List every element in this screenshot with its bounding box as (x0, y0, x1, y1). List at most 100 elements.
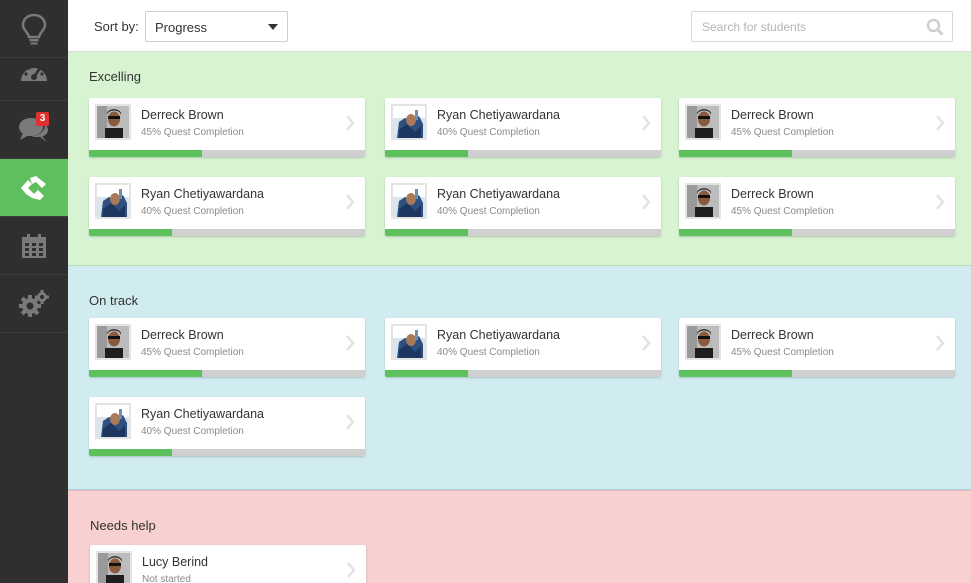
avatar (685, 183, 721, 219)
avatar (96, 551, 132, 583)
progress-fill (89, 150, 203, 157)
avatar (391, 324, 427, 360)
progress-fill (679, 150, 793, 157)
student-search (691, 11, 953, 42)
quest-completion: 45% Quest Completion (731, 127, 834, 138)
chevron-right-icon (346, 335, 355, 351)
quest-completion: 45% Quest Completion (731, 206, 834, 217)
progress-bar (679, 150, 955, 157)
quest-completion: 40% Quest Completion (141, 426, 244, 437)
chevron-right-icon (936, 115, 945, 131)
progress-bar (89, 449, 365, 456)
search-input[interactable] (692, 12, 922, 41)
section-title: Needs help (90, 518, 156, 533)
chevron-right-icon (346, 115, 355, 131)
avatar (95, 403, 131, 439)
student-name: Lucy Berind (142, 555, 209, 569)
search-icon[interactable] (926, 18, 944, 36)
quest-completion: 40% Quest Completion (437, 206, 540, 217)
sidebar-item-messages[interactable]: 3 (0, 101, 68, 159)
progress-bar (679, 370, 955, 377)
student-name: Ryan Chetiyawardana (141, 187, 264, 201)
chevron-right-icon (642, 115, 651, 131)
section-excelling: Excelling Derreck Brown 45% Quest Complet… (68, 52, 971, 266)
sort-dropdown-value: Progress (155, 20, 208, 35)
lightbulb-icon (21, 13, 47, 44)
toolbar: Sort by: Progress (68, 0, 971, 52)
avatar (95, 324, 131, 360)
chevron-right-icon (347, 562, 356, 578)
progress-fill (89, 229, 172, 236)
sort-dropdown[interactable]: Progress (145, 11, 288, 42)
avatar (391, 104, 427, 140)
student-card[interactable]: Ryan Chetiyawardana 40% Quest Completion (385, 98, 661, 157)
student-name: Ryan Chetiyawardana (437, 108, 560, 122)
student-card[interactable]: Ryan Chetiyawardana 40% Quest Completion (385, 177, 661, 236)
student-card[interactable]: Ryan Chetiyawardana 40% Quest Completion (385, 318, 661, 377)
students-hands-icon (21, 175, 46, 200)
quest-completion: 40% Quest Completion (437, 347, 540, 358)
chevron-down-icon (268, 24, 278, 30)
avatar (95, 104, 131, 140)
quest-completion: 45% Quest Completion (141, 347, 244, 358)
progress-bar (385, 229, 661, 236)
chevron-right-icon (936, 194, 945, 210)
progress-bar (679, 229, 955, 236)
student-card[interactable]: Ryan Chetiyawardana 40% Quest Completion (89, 397, 365, 456)
student-card[interactable]: Derreck Brown 45% Quest Completion (89, 318, 365, 377)
dashboard-gauge-icon (21, 63, 47, 81)
progress-fill (385, 150, 468, 157)
progress-bar (385, 370, 661, 377)
student-card[interactable]: Derreck Brown 45% Quest Completion (679, 98, 955, 157)
progress-fill (679, 370, 793, 377)
settings-gears-icon (19, 289, 49, 317)
unread-messages-badge: 3 (36, 112, 49, 126)
avatar (685, 324, 721, 360)
chevron-right-icon (936, 335, 945, 351)
sidebar-item-calendar[interactable] (0, 217, 68, 275)
calendar-icon (22, 233, 46, 258)
section-title: On track (89, 293, 139, 308)
progress-bar (89, 150, 365, 157)
chevron-right-icon (346, 194, 355, 210)
progress-fill (89, 370, 203, 377)
quest-completion: 45% Quest Completion (731, 347, 834, 358)
student-name: Derreck Brown (731, 187, 814, 201)
student-card[interactable]: Derreck Brown 45% Quest Completion (679, 318, 955, 377)
progress-bar (89, 370, 365, 377)
chevron-right-icon (346, 414, 355, 430)
student-card[interactable]: Ryan Chetiyawardana 40% Quest Completion (89, 177, 365, 236)
student-name: Derreck Brown (731, 328, 814, 342)
progress-fill (89, 449, 172, 456)
chevron-right-icon (642, 194, 651, 210)
sidebar-item-settings[interactable] (0, 275, 68, 333)
progress-bar (385, 150, 661, 157)
student-name: Ryan Chetiyawardana (437, 328, 560, 342)
avatar (391, 183, 427, 219)
student-card[interactable]: Derreck Brown 45% Quest Completion (679, 177, 955, 236)
chevron-right-icon (642, 335, 651, 351)
student-card[interactable]: Derreck Brown 45% Quest Completion (89, 98, 365, 157)
sort-by-label: Sort by: (94, 19, 139, 34)
student-name: Ryan Chetiyawardana (141, 407, 264, 421)
sidebar-nav: 3 (0, 0, 68, 583)
section-needs-help: Needs help Lucy Berind Not started (68, 490, 971, 583)
section-title: Excelling (89, 69, 142, 84)
quest-completion: Not started (142, 574, 191, 583)
progress-bar (89, 229, 365, 236)
student-name: Derreck Brown (141, 108, 224, 122)
avatar (95, 183, 131, 219)
student-name: Ryan Chetiyawardana (437, 187, 560, 201)
section-on-track: On track Derreck Brown 45% Quest Completi… (68, 266, 971, 490)
avatar (685, 104, 721, 140)
student-name: Derreck Brown (141, 328, 224, 342)
progress-fill (385, 370, 468, 377)
progress-fill (679, 229, 793, 236)
progress-fill (385, 229, 468, 236)
quest-completion: 40% Quest Completion (141, 206, 244, 217)
sidebar-item-students[interactable] (0, 159, 68, 217)
sidebar-item-dashboard[interactable] (0, 43, 68, 101)
student-name: Derreck Brown (731, 108, 814, 122)
student-card[interactable]: Lucy Berind Not started (90, 545, 366, 583)
quest-completion: 45% Quest Completion (141, 127, 244, 138)
